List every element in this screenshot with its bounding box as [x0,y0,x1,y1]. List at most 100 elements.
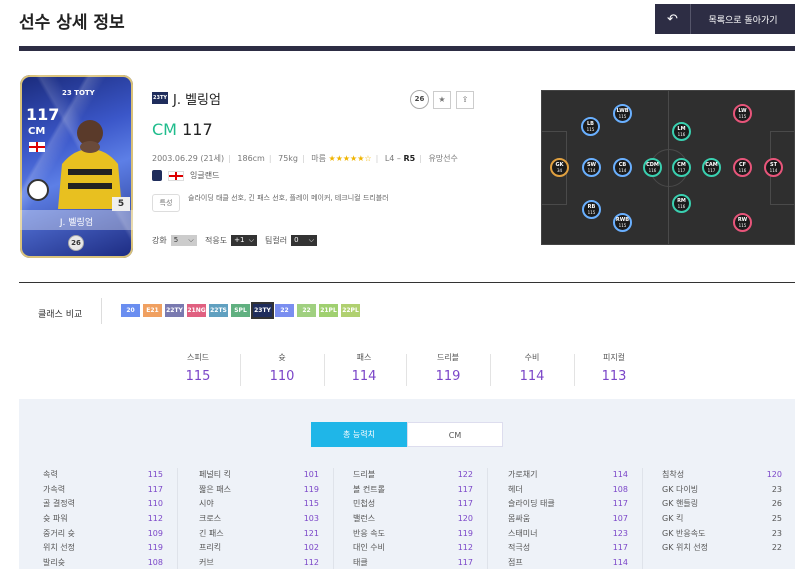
foot-left: L4 – [384,154,401,163]
england-flag-icon [168,170,184,181]
class-badge[interactable]: SPL [231,304,250,317]
summary-stat: 패스 114 [322,352,406,384]
enhance-select[interactable]: 5 ⌵ [170,235,197,246]
club-icon [152,170,162,181]
stat-name: 반응 속도 [353,528,385,538]
stat-value: 26 [771,499,782,509]
stat-value: 120 [766,470,782,479]
chevron-down-icon: ⌵ [308,236,315,244]
stat-row: 크로스 103 [199,512,319,527]
star-icon[interactable]: ★ [433,91,451,109]
stat-value: 112 [303,558,319,568]
adapt-select[interactable]: +1 ⌵ [231,235,258,246]
stat-name: 볼 컨트롤 [353,484,385,494]
stat-column: 침착성 120 GK 다이빙 23 GK 핸들링 26 GK 킥 25 GK 반응속도 23 GK … [662,468,782,556]
nation-name: 잉글랜드 [190,171,220,180]
card-level: 5 [112,197,130,211]
team-color-select[interactable]: 0 ⌵ [291,235,318,246]
stat-name: 크로스 [199,514,222,524]
summary-stat-value: 113 [601,369,627,384]
class-badge[interactable]: 23TY [251,302,274,319]
back-to-list-button[interactable]: ↶ 목록으로 돌아가기 [655,4,795,34]
stat-row: GK 핸들링 26 [662,497,782,512]
stat-name: 민첩성 [353,499,376,509]
foot-right: R5 [403,154,416,163]
class-badge[interactable]: 22TS [209,304,228,317]
pitch-position-value: 114 [587,167,596,173]
stat-value: 107 [612,514,628,524]
main-position: CM [152,120,177,139]
stat-value: 114 [612,470,628,479]
body-type: 마름 [311,154,326,163]
stat-name: GK 킥 [662,514,684,524]
stat-column: 가로채기 114 헤더 108 슬라이딩 태클 117 몸싸움 107 스태미너 123 적극성 11… [508,468,628,569]
stat-row: 대인 수비 112 [353,541,473,556]
traits-label: 특성 [152,194,180,212]
stat-row: 드리블 122 [353,468,473,483]
stat-value: 117 [612,499,628,509]
summary-stat-label: 스피드 [186,353,210,362]
player-meta: 2003.06.29 (21세) | 186cm | 75kg | 마름 ★★★★★☆… [152,154,458,163]
stat-value: 119 [457,528,473,538]
weight: 75kg [278,154,298,163]
pitch-position-value: 116 [677,203,686,209]
pitch-position-rwb: RWB 115 [613,213,632,232]
class-badge[interactable]: 22 [297,304,316,317]
stat-name: 커브 [199,558,214,568]
stat-row: 시야 115 [199,497,319,512]
stat-row: 헤더 108 [508,483,628,498]
summary-stat-label: 드리블 [436,353,460,362]
team-color-control: 팀컬러 0 ⌵ [265,235,318,246]
card-season: 23 TOTY [62,89,95,97]
pitch-position-rm: RM 116 [672,194,691,213]
class-badge[interactable]: 21PL [319,304,338,317]
stat-value: 23 [771,484,782,494]
pitch-position-cb: CB 114 [613,158,632,177]
position-ovr: CM 117 [152,120,213,139]
stat-name: 발리슛 [43,558,66,568]
stat-row: 태클 117 [353,556,473,569]
stat-value: 22 [771,543,782,553]
traits-list: 슬라이딩 태클 선호, 긴 패스 선호, 플레이 메이커, 테크니컬 드리블러 [188,194,389,202]
class-badge[interactable]: 21NG [187,304,206,317]
pitch-position-sw: SW 114 [582,158,601,177]
class-badge[interactable]: E21 [143,304,162,317]
summary-stat: 스피드 115 [156,352,240,384]
stat-name: 가속력 [43,484,66,494]
stat-name: 속력 [43,470,58,479]
stat-value: 108 [147,558,163,568]
stat-row: 가속력 117 [43,483,163,498]
stat-row: 긴 패스 121 [199,527,319,542]
pitch-position-value: 115 [738,222,747,228]
pitch-position-value: 116 [648,167,657,173]
summary-stat: 수비 114 [490,352,574,384]
pitch-position-lw: LW 115 [733,104,752,123]
stat-row: 골 결정력 110 [43,497,163,512]
share-icon[interactable]: ⇪ [456,91,474,109]
pitch-position-value: 117 [707,167,716,173]
summary-stat: 피지컬 113 [572,352,656,384]
stat-value: 110 [147,499,163,509]
pitch-position-cam: CAM 117 [702,158,721,177]
stat-name: 태클 [353,558,368,568]
class-badge[interactable]: 22TY [165,304,184,317]
summary-stat-value: 115 [185,369,211,384]
summary-stat: 슛 110 [240,352,324,384]
stat-name: 위치 선정 [43,543,75,553]
enhance-control: 강화 5 ⌵ [152,235,197,246]
class-badge[interactable]: 20 [121,304,140,317]
pitch-position-lm: LM 116 [672,122,691,141]
pitch-position-cdm: CDM 116 [643,158,662,177]
class-badge[interactable]: 22 [275,304,294,317]
stat-value: 120 [457,514,473,524]
class-badge[interactable]: 22PL [341,304,360,317]
stat-value: 121 [303,528,319,538]
tab-position[interactable]: CM [407,422,503,447]
stat-value: 117 [457,558,473,568]
pay-badge: 26 [410,90,429,109]
stat-row: 가로채기 114 [508,468,628,483]
stat-row: 점프 114 [508,556,628,569]
position-pitch: LWB 115 LB 115 GK 34 SW 114 CB 114 RB 115 RWB 115 LM 11… [541,90,795,245]
tab-total[interactable]: 총 능력치 [311,422,407,447]
stat-name: 짧은 패스 [199,484,231,494]
